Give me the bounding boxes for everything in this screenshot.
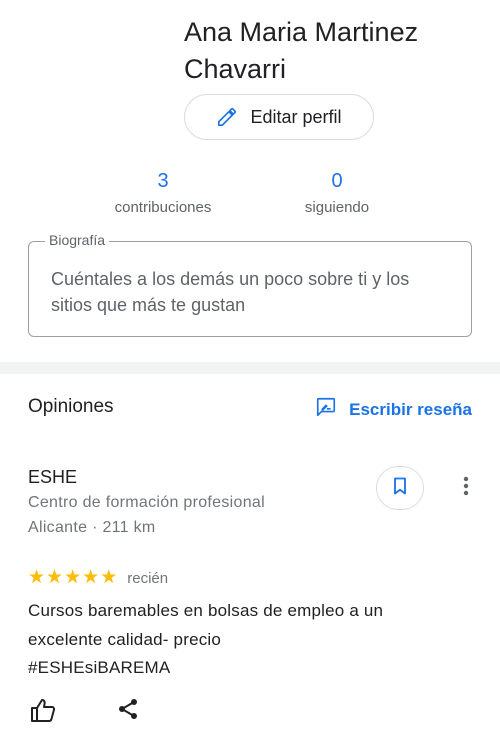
more-vert-icon — [463, 476, 469, 501]
review-text: Cursos baremables en bolsas de empleo a … — [28, 597, 478, 683]
write-review-button[interactable]: Escribir reseña — [315, 396, 472, 423]
bio-label: Biografía — [45, 232, 110, 248]
review-text-line: #ESHEsiBAREMA — [28, 658, 171, 677]
contributions-stat[interactable]: 3 contribuciones — [83, 168, 243, 216]
star-rating: ★ ★ ★ ★ ★ — [28, 568, 117, 588]
section-divider — [0, 362, 500, 374]
contributions-label: contribuciones — [114, 199, 212, 216]
star-icon: ★ — [100, 567, 118, 588]
more-options-button[interactable] — [454, 476, 478, 500]
save-place-button[interactable] — [376, 466, 424, 510]
review-place-name[interactable]: ESHE — [28, 467, 77, 488]
share-button[interactable] — [116, 697, 142, 723]
review-place-category: Centro de formación profesional — [28, 494, 265, 511]
thumb-up-icon — [30, 699, 58, 727]
following-count: 0 — [331, 170, 343, 192]
pencil-icon — [216, 106, 238, 128]
star-icon: ★ — [28, 567, 46, 588]
review-rating: ★ ★ ★ ★ ★ recién — [28, 568, 168, 588]
share-icon — [116, 699, 140, 725]
reviews-title: Opiniones — [28, 396, 114, 417]
review-place-location: Alicante · 211 km — [28, 519, 156, 536]
bio-placeholder: Cuéntales a los demás un poco sobre ti y… — [51, 269, 410, 315]
rate-review-icon — [315, 396, 337, 423]
like-button[interactable] — [30, 697, 60, 725]
star-icon: ★ — [82, 567, 100, 588]
contributions-count: 3 — [157, 170, 169, 192]
profile-name: Ana Maria Martinez Chavarri — [184, 14, 484, 88]
bookmark-icon — [390, 476, 410, 501]
following-stat[interactable]: 0 siguiendo — [257, 168, 417, 216]
following-label: siguiendo — [304, 199, 370, 216]
review-time: recién — [127, 569, 169, 587]
star-icon: ★ — [46, 567, 64, 588]
review-text-line: excelente calidad- precio — [28, 629, 222, 649]
write-review-label: Escribir reseña — [349, 399, 472, 419]
edit-profile-label: Editar perfil — [250, 106, 342, 127]
edit-profile-button[interactable]: Editar perfil — [184, 94, 374, 140]
review-text-line: Cursos baremables en bolsas de empleo a … — [28, 601, 384, 620]
profile-name-line1: Ana Maria Martinez — [184, 17, 419, 47]
star-icon: ★ — [64, 567, 82, 588]
profile-name-line2: Chavarri — [184, 54, 287, 84]
bio-field[interactable]: Biografía Cuéntales a los demás un poco … — [28, 232, 472, 337]
